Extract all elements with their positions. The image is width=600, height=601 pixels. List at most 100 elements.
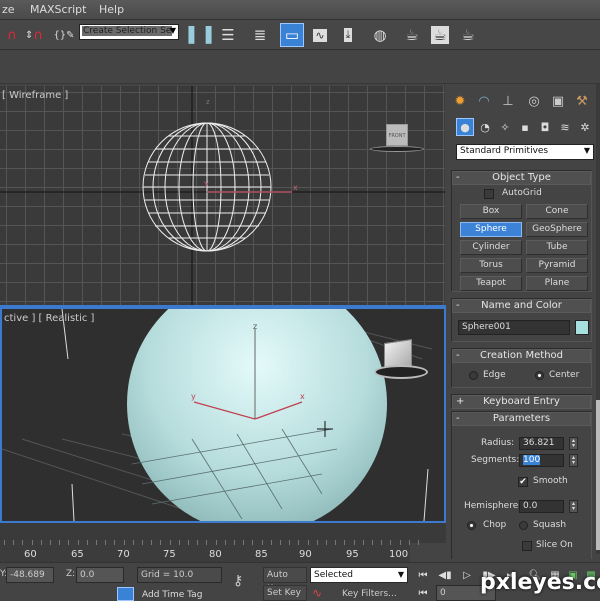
percent-snap-icon[interactable]: ∩ — [0, 23, 24, 47]
timeline-tick — [326, 540, 327, 545]
cone-button[interactable]: Cone — [526, 204, 588, 219]
timeline-tick — [197, 540, 199, 545]
timeline-tick — [188, 540, 189, 545]
axis-label-y: y — [191, 392, 196, 401]
display-tab-icon[interactable]: ▣ — [548, 91, 568, 111]
chop-radio[interactable] — [467, 521, 476, 530]
viewport-label[interactable]: ctive ] [ Realistic ] — [4, 313, 94, 324]
primitive-category-dropdown[interactable]: Standard Primitives ▼ — [456, 144, 594, 160]
render-setup-icon[interactable]: ☕ — [400, 23, 424, 47]
smooth-checkbox[interactable]: ✔ — [518, 477, 528, 487]
hemisphere-spinner[interactable]: ▴ ▾ — [569, 500, 578, 513]
tube-button[interactable]: Tube — [526, 240, 588, 255]
time-tag-icon[interactable] — [117, 587, 134, 601]
create-tab-icon[interactable]: ✹ — [450, 91, 470, 111]
viewport-top[interactable]: [ Wireframe ] y x z FRONT — [0, 86, 445, 305]
z-coord-input[interactable]: 0.0 — [76, 567, 124, 583]
timeline-tick — [40, 540, 42, 545]
hemisphere-input[interactable]: 0.0 — [519, 500, 564, 513]
utilities-tab-icon[interactable]: ⚒ — [572, 91, 592, 111]
geometry-icon[interactable]: ● — [456, 118, 474, 136]
shapes-icon[interactable]: ◔ — [476, 118, 494, 136]
menu-help[interactable]: Help — [99, 3, 124, 16]
tick-label: 75 — [163, 549, 176, 560]
render-icon[interactable]: ☕ — [456, 23, 480, 47]
auto-key-button[interactable]: Auto Key — [263, 567, 307, 594]
motion-tab-icon[interactable]: ◎ — [524, 91, 544, 111]
space-warps-icon[interactable]: ≋ — [556, 118, 574, 136]
autogrid-checkbox[interactable] — [484, 189, 494, 199]
play-icon[interactable]: ▷ — [457, 567, 477, 583]
viewcube-ring[interactable] — [370, 146, 424, 152]
chop-label: Chop — [483, 520, 507, 530]
menu-maxscript[interactable]: MAXScript — [30, 3, 86, 16]
axis-label-x: x — [300, 392, 305, 401]
grid-size-display: Grid = 10.0 — [137, 567, 222, 583]
squash-radio[interactable] — [519, 521, 528, 530]
material-editor-icon[interactable]: ◍ — [368, 23, 392, 47]
geosphere-button[interactable]: GeoSphere — [526, 222, 588, 237]
y-coord-input[interactable]: -48.689 — [6, 567, 54, 583]
helpers-icon[interactable]: ◘ — [536, 118, 554, 136]
systems-icon[interactable]: ✲ — [576, 118, 594, 136]
spinner-snap-icon[interactable]: ⇕ ∩ — [22, 23, 46, 47]
edge-radio[interactable] — [469, 371, 478, 380]
timeline-tick — [372, 540, 373, 545]
menu-customize[interactable]: ze — [2, 3, 15, 16]
pyramid-button[interactable]: Pyramid — [526, 258, 588, 273]
rollout-header[interactable]: - Parameters — [452, 412, 591, 426]
slice-on-label: Slice On — [536, 540, 573, 550]
box-button[interactable]: Box — [460, 204, 522, 219]
timeline-tick — [307, 540, 309, 545]
cameras-icon[interactable]: ▪ — [516, 118, 534, 136]
viewport-perspective[interactable]: z y x ctive ] [ Realistic ] — [0, 307, 446, 523]
center-radio[interactable] — [535, 371, 544, 380]
key-tangent-icon[interactable]: ∿ — [312, 586, 322, 600]
layer-manager-icon[interactable]: ≣ — [248, 23, 272, 47]
rollout-header[interactable]: + Keyboard Entry — [452, 395, 591, 409]
scrollbar-thumb[interactable] — [596, 400, 600, 550]
key-mode-dropdown[interactable]: Selected ▼ — [310, 567, 408, 583]
selection-set-dropdown[interactable]: Create Selection Se ▼ — [79, 24, 179, 40]
timeline-tick — [31, 540, 33, 545]
mirror-icon[interactable]: ▌▐ — [188, 23, 212, 47]
radius-input[interactable]: 36.821 — [519, 437, 564, 450]
object-color-swatch[interactable] — [575, 320, 589, 335]
teapot-button[interactable]: Teapot — [460, 276, 522, 291]
hierarchy-tab-icon[interactable]: ⊥ — [498, 91, 518, 111]
schematic-view-icon[interactable]: ⤓ — [336, 23, 360, 47]
previous-frame-icon[interactable]: ◀▮ — [435, 567, 455, 583]
segments-spinner[interactable]: ▴ ▾ — [569, 454, 578, 467]
viewcube-ring[interactable] — [374, 365, 428, 379]
torus-button[interactable]: Torus — [460, 258, 522, 273]
graphite-ribbon-icon[interactable]: ▭ — [280, 23, 304, 47]
cylinder-button[interactable]: Cylinder — [460, 240, 522, 255]
edit-named-selection-icon[interactable]: {}✎ — [52, 23, 76, 47]
object-name-input[interactable]: Sphere001 — [458, 320, 570, 335]
lights-icon[interactable]: ✧ — [496, 118, 514, 136]
axis-label-z: z — [253, 322, 257, 331]
radius-spinner[interactable]: ▴ ▾ — [569, 437, 578, 450]
rendered-frame-icon[interactable]: ☕ — [428, 23, 452, 47]
go-to-start-icon[interactable]: ⏮ — [413, 567, 433, 583]
timeline-ruler[interactable]: 60 65 70 75 80 85 90 95 100 — [0, 540, 419, 562]
key-icon[interactable]: ⚷ — [233, 573, 243, 589]
plane-button[interactable]: Plane — [526, 276, 588, 291]
align-icon[interactable]: ☰ — [216, 23, 240, 47]
segments-input[interactable]: 100 — [519, 454, 564, 467]
curve-editor-icon[interactable]: ∿ — [308, 23, 332, 47]
viewcube[interactable]: FRONT — [386, 124, 408, 146]
rollout-header[interactable]: - Creation Method — [452, 349, 591, 363]
sphere-button[interactable]: Sphere — [460, 222, 522, 237]
modify-tab-icon[interactable]: ◠ — [474, 91, 494, 111]
radius-label: Radius: — [481, 438, 515, 448]
key-mode-toggle-icon[interactable]: ⏮ — [413, 585, 433, 601]
add-time-tag-button[interactable]: Add Time Tag — [142, 590, 202, 600]
key-filters-button[interactable]: Key Filters... — [342, 589, 397, 599]
set-key-button[interactable]: Set Key — [263, 585, 307, 601]
rollout-header[interactable]: - Object Type — [452, 171, 591, 185]
rollout-header[interactable]: - Name and Color — [452, 299, 591, 313]
timeline-tick — [289, 540, 291, 545]
timeline-tick — [206, 540, 208, 545]
slice-on-checkbox[interactable] — [522, 541, 532, 551]
